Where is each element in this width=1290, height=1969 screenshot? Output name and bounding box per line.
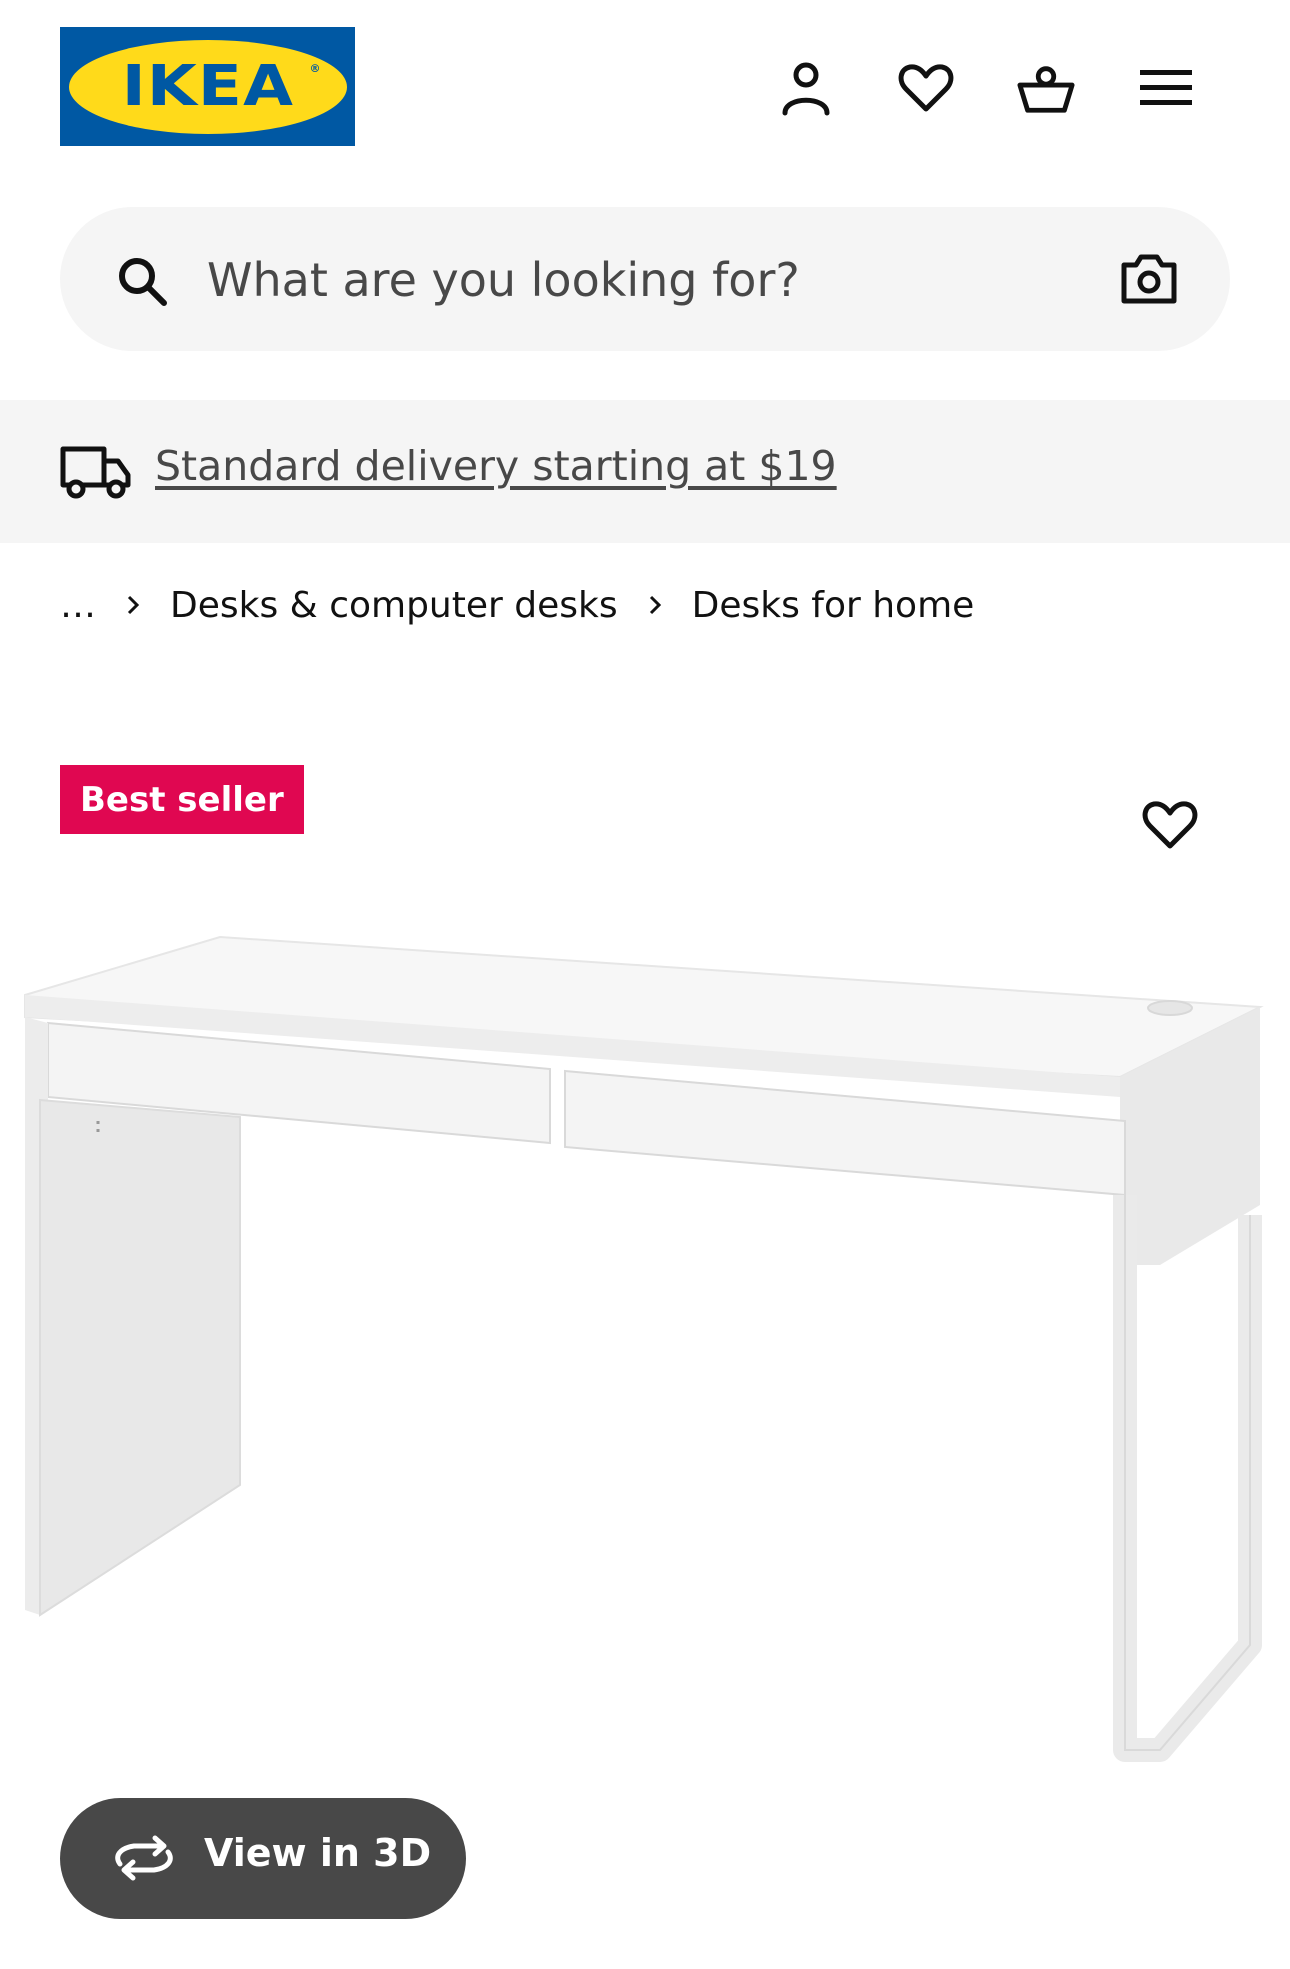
breadcrumb-desks-for-home[interactable]: Desks for home [692, 585, 975, 626]
breadcrumb-ellipsis[interactable]: … [60, 585, 96, 626]
search-input[interactable] [205, 237, 1029, 323]
view-in-3d-button[interactable]: View in 3D [60, 1798, 466, 1919]
search-icon[interactable] [116, 255, 168, 307]
logo-text: IKEA [121, 54, 294, 119]
breadcrumb: … Desks & computer desks Desks for home [60, 580, 974, 630]
chevron-right-icon [649, 595, 661, 615]
add-to-favorites-heart-icon[interactable] [1140, 795, 1200, 855]
chevron-right-icon [127, 595, 140, 615]
truck-icon [60, 446, 131, 499]
heart-icon[interactable] [896, 58, 956, 118]
view-in-3d-label: View in 3D [204, 1831, 432, 1875]
product-page: IKEA ® What are you looking for? Standar… [0, 0, 1290, 1969]
camera-icon[interactable] [1120, 253, 1178, 305]
logo-oval: IKEA ® [68, 39, 347, 134]
best-seller-badge: Best seller [60, 765, 304, 834]
product-image[interactable] [20, 925, 1270, 1775]
search-bar[interactable] [60, 207, 1230, 351]
breadcrumb-desks[interactable]: Desks & computer desks [170, 585, 618, 626]
rotate-3d-icon [115, 1835, 173, 1881]
menu-icon[interactable] [1136, 58, 1196, 118]
delivery-banner: Standard delivery starting at $19 [0, 400, 1290, 543]
basket-icon[interactable] [1016, 58, 1076, 118]
registered-mark: ® [309, 61, 321, 75]
delivery-link[interactable]: Standard delivery starting at $19 [155, 442, 837, 490]
account-icon[interactable] [776, 58, 836, 118]
ikea-logo[interactable]: IKEA ® [60, 27, 355, 146]
